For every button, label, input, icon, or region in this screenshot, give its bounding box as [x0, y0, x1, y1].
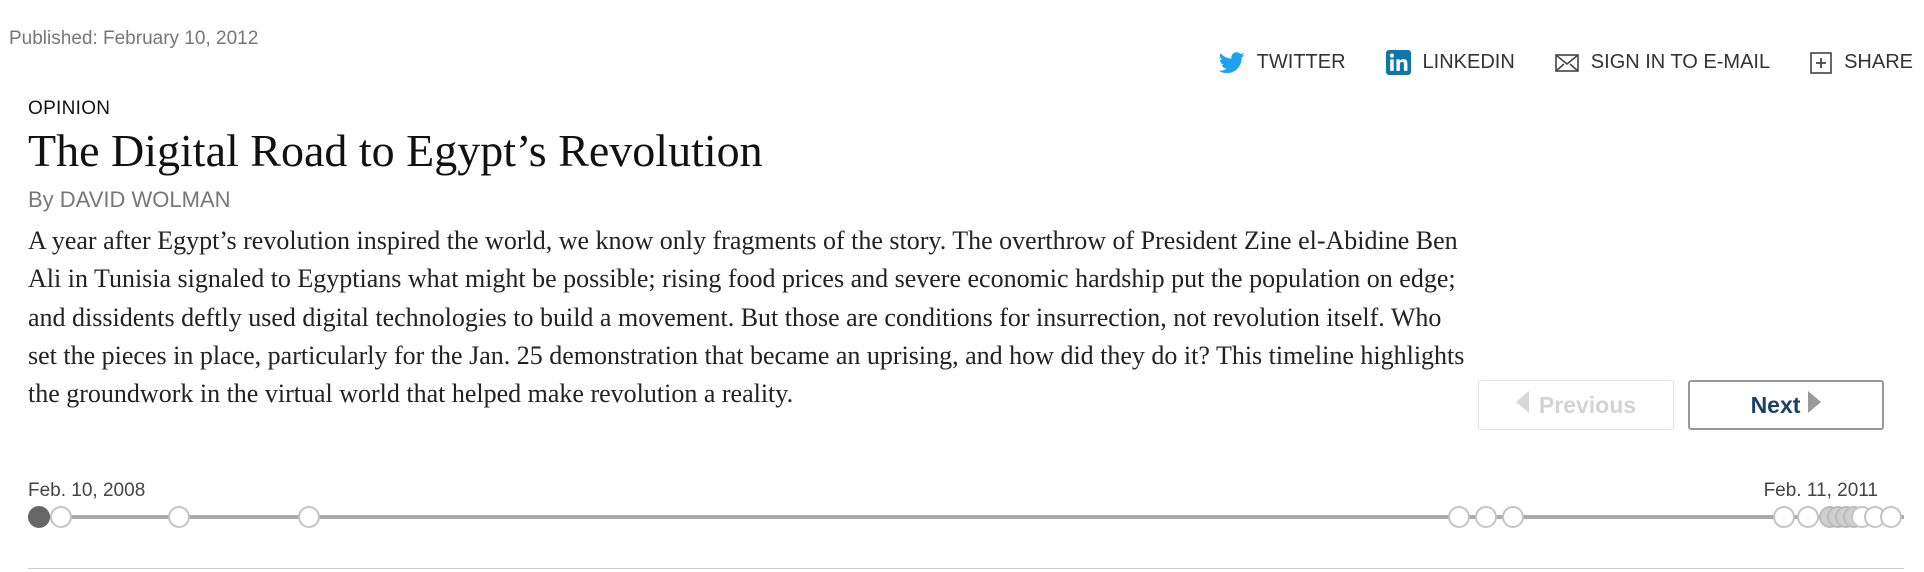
- timeline-marker[interactable]: [298, 506, 320, 528]
- arrow-right-icon: [1808, 391, 1822, 419]
- timeline-end-date: Feb. 11, 2011: [1763, 480, 1878, 501]
- timeline-marker[interactable]: [1502, 506, 1524, 528]
- linkedin-label: LINKEDIN: [1422, 51, 1515, 73]
- timeline-marker[interactable]: [1880, 506, 1902, 528]
- section-kicker: OPINION: [28, 98, 111, 119]
- previous-label: Previous: [1538, 391, 1637, 418]
- timeline-marker[interactable]: [168, 506, 190, 528]
- timeline-marker[interactable]: [1448, 506, 1470, 528]
- plus-box-icon: [1810, 51, 1832, 74]
- timeline-marker[interactable]: [1773, 506, 1795, 528]
- timeline-start-date: Feb. 10, 2008: [28, 480, 146, 501]
- published-date: Published: February 10, 2012: [9, 28, 259, 49]
- timeline-marker[interactable]: [50, 506, 72, 528]
- share-menu-button[interactable]: SHARE: [1810, 51, 1913, 74]
- timeline-marker[interactable]: [1797, 506, 1819, 528]
- divider: [28, 568, 1904, 569]
- email-share-link[interactable]: SIGN IN TO E-MAIL: [1554, 51, 1771, 74]
- twitter-label: TWITTER: [1256, 51, 1346, 73]
- twitter-icon: [1218, 51, 1245, 74]
- next-label: Next: [1750, 391, 1801, 418]
- previous-button[interactable]: Previous: [1478, 380, 1674, 430]
- timeline-marker[interactable]: [28, 506, 50, 528]
- share-label: SHARE: [1844, 51, 1913, 73]
- twitter-share-link[interactable]: TWITTER: [1218, 51, 1346, 74]
- timeline-slider[interactable]: [28, 506, 1904, 528]
- next-button[interactable]: Next: [1688, 380, 1884, 430]
- article-summary: A year after Egypt’s revolution inspired…: [28, 226, 1465, 409]
- article-byline: By DAVID WOLMAN: [28, 187, 231, 212]
- article-headline: The Digital Road to Egypt’s Revolution: [28, 125, 763, 176]
- timeline-marker[interactable]: [1475, 506, 1497, 528]
- email-label: SIGN IN TO E-MAIL: [1590, 51, 1771, 73]
- linkedin-share-link[interactable]: LINKEDIN: [1385, 50, 1515, 75]
- linkedin-icon: [1385, 50, 1411, 75]
- share-toolbar: TWITTER LINKEDIN SIGN IN TO E-MAIL SHARE: [1179, 50, 1913, 75]
- envelope-icon: [1554, 53, 1579, 72]
- arrow-left-icon: [1515, 391, 1529, 419]
